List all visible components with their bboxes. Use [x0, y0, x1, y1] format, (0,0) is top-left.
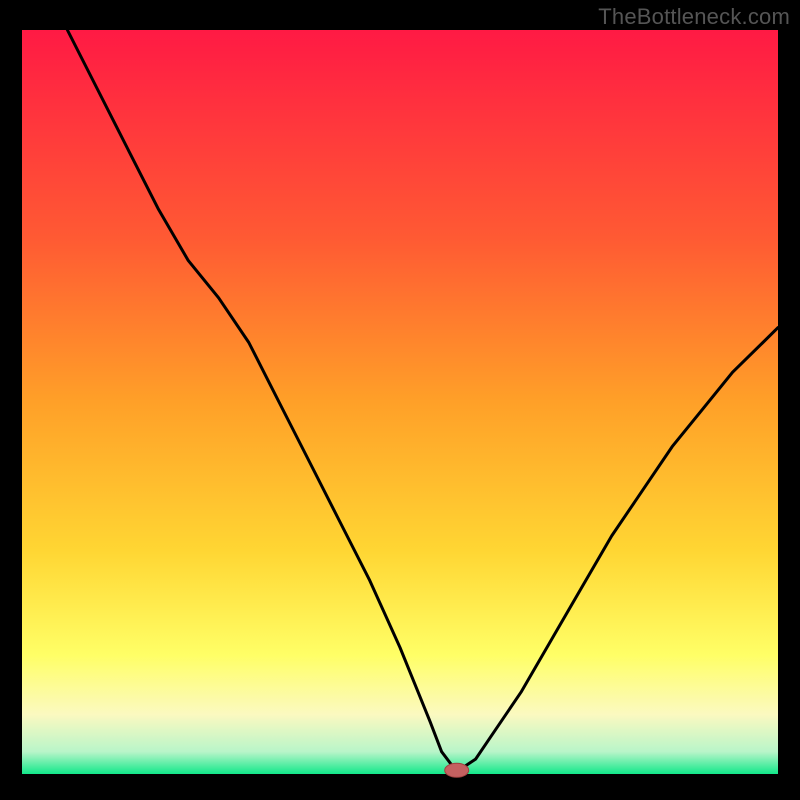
optimal-point-marker	[445, 763, 469, 777]
watermark-text: TheBottleneck.com	[598, 4, 790, 30]
plot-area	[22, 30, 778, 774]
bottleneck-chart	[0, 0, 800, 800]
chart-container: TheBottleneck.com	[0, 0, 800, 800]
